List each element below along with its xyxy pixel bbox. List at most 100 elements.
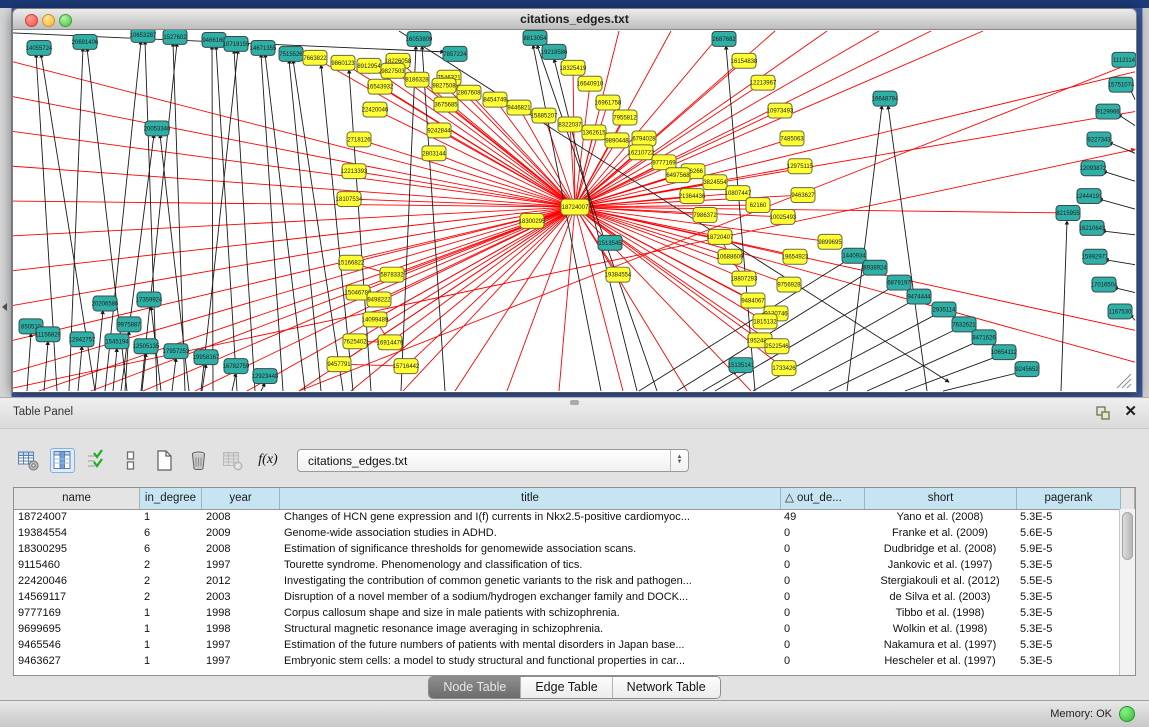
canvas-resize-grip[interactable]	[1117, 374, 1131, 388]
table-cell[interactable]: Yano et al. (2008)	[864, 509, 1016, 525]
table-cell[interactable]: 0	[780, 573, 864, 589]
select-rows-button[interactable]	[84, 448, 109, 473]
table-row[interactable]: 911546021997Tourette syndrome. Phenomeno…	[14, 557, 1120, 573]
table-cell[interactable]: Embryonic stem cells: a model to study s…	[280, 653, 780, 669]
table-cell[interactable]: 9699695	[14, 621, 140, 637]
table-cell[interactable]: 0	[780, 525, 864, 541]
column-header-in-degree[interactable]: in_degree	[140, 488, 202, 509]
table-cell[interactable]: 1998	[202, 621, 280, 637]
row-height-button[interactable]	[118, 448, 143, 473]
table-cell[interactable]: de Silva et al. (2003)	[864, 589, 1016, 605]
table-cell[interactable]: 2008	[202, 509, 280, 525]
table-cell[interactable]: Genome-wide association studies in ADHD.	[280, 525, 780, 541]
table-vertical-scrollbar[interactable]	[1119, 509, 1135, 675]
table-cell[interactable]: Disruption of a novel member of a sodium…	[280, 589, 780, 605]
close-panel-icon[interactable]: ✕	[1124, 403, 1137, 421]
column-header-pagerank[interactable]: pagerank	[1017, 488, 1121, 509]
minimize-window-button[interactable]	[42, 14, 55, 27]
show-columns-button[interactable]	[50, 448, 75, 473]
table-cell[interactable]: Estimation of the future numbers of pati…	[280, 637, 780, 653]
table-select-dropdown[interactable]: citations_edges.txt ▲▼	[297, 449, 689, 472]
table-cell[interactable]: 2	[140, 573, 202, 589]
table-row[interactable]: 1872400712008Changes of HCN gene express…	[14, 509, 1120, 525]
table-cell[interactable]: 0	[780, 557, 864, 573]
table-row[interactable]: 1830029562008Estimation of significance …	[14, 541, 1120, 557]
close-window-button[interactable]	[25, 14, 38, 27]
table-cell[interactable]: 49	[780, 509, 864, 525]
table-cell[interactable]: 1	[140, 509, 202, 525]
table-settings-button[interactable]	[16, 448, 41, 473]
table-cell[interactable]: 9115460	[14, 557, 140, 573]
table-cell[interactable]: Nakamura et al. (1997)	[864, 637, 1016, 653]
table-cell[interactable]: 0	[780, 589, 864, 605]
table-cell[interactable]: 1	[140, 637, 202, 653]
table-cell[interactable]: Dudbridge et al. (2008)	[864, 541, 1016, 557]
table-cell[interactable]: Wolkin et al. (1998)	[864, 621, 1016, 637]
table-cell[interactable]: 1997	[202, 637, 280, 653]
table-cell[interactable]: 9465546	[14, 637, 140, 653]
table-cell[interactable]: 5.3E-5	[1016, 509, 1120, 525]
panel-split-handle[interactable]	[570, 400, 579, 405]
zoom-window-button[interactable]	[59, 14, 72, 27]
table-cell[interactable]: 5.6E-5	[1016, 525, 1120, 541]
table-cell[interactable]: Tibbo et al. (1998)	[864, 605, 1016, 621]
column-header-title[interactable]: title	[280, 488, 781, 509]
column-header-year[interactable]: year	[202, 488, 280, 509]
function-builder-button[interactable]: f(x)	[254, 448, 282, 473]
table-row[interactable]: 969969511998Structural magnetic resonanc…	[14, 621, 1120, 637]
table-row[interactable]: 946554611997Estimation of the future num…	[14, 637, 1120, 653]
table-cell[interactable]: 6	[140, 541, 202, 557]
table-cell[interactable]: 0	[780, 637, 864, 653]
column-header-name[interactable]: name	[14, 488, 140, 509]
table-row[interactable]: 2242004622012Investigating the contribut…	[14, 573, 1120, 589]
create-column-button[interactable]	[152, 448, 177, 473]
table-cell[interactable]: 5.3E-5	[1016, 653, 1120, 669]
table-cell[interactable]: 5.5E-5	[1016, 573, 1120, 589]
table-cell[interactable]: Jankovic et al. (1997)	[864, 557, 1016, 573]
network-graph[interactable]: 1405572420691406106532871527602946616010…	[13, 30, 1136, 392]
table-cell[interactable]: 5.3E-5	[1016, 637, 1120, 653]
table-cell[interactable]: 1	[140, 653, 202, 669]
table-row[interactable]: 977716911998Corpus callosum shape and si…	[14, 605, 1120, 621]
table-cell[interactable]: 9777169	[14, 605, 140, 621]
tab-edge-table[interactable]: Edge Table	[520, 677, 611, 698]
panel-collapse-arrow-icon[interactable]	[2, 303, 7, 311]
table-cell[interactable]: 9463627	[14, 653, 140, 669]
table-cell[interactable]: Hescheler et al. (1997)	[864, 653, 1016, 669]
table-cell[interactable]: 18300295	[14, 541, 140, 557]
column-header-out-de-[interactable]: △ out_de...	[781, 488, 865, 509]
table-cell[interactable]: Estimation of significance thresholds fo…	[280, 541, 780, 557]
memory-status[interactable]: Memory: OK	[1050, 706, 1135, 722]
scrollbar-thumb[interactable]	[1122, 512, 1133, 560]
table-cell[interactable]: 0	[780, 621, 864, 637]
table-cell[interactable]: 5.3E-5	[1016, 557, 1120, 573]
table-cell[interactable]: Investigating the contribution of common…	[280, 573, 780, 589]
table-cell[interactable]: Structural magnetic resonance image aver…	[280, 621, 780, 637]
table-row[interactable]: 946362711997Embryonic stem cells: a mode…	[14, 653, 1120, 669]
column-header-short[interactable]: short	[865, 488, 1017, 509]
table-cell[interactable]: 2012	[202, 573, 280, 589]
table-cell[interactable]: 6	[140, 525, 202, 541]
table-cell[interactable]: 1	[140, 621, 202, 637]
table-cell[interactable]: 1997	[202, 557, 280, 573]
table-cell[interactable]: 18724007	[14, 509, 140, 525]
table-cell[interactable]: 1997	[202, 653, 280, 669]
table-cell[interactable]: 2003	[202, 589, 280, 605]
delete-columns-button[interactable]	[186, 448, 211, 473]
table-cell[interactable]: 5.3E-5	[1016, 605, 1120, 621]
tab-network-table[interactable]: Network Table	[612, 677, 720, 698]
table-cell[interactable]: 5.9E-5	[1016, 541, 1120, 557]
table-cell[interactable]: 19384554	[14, 525, 140, 541]
table-cell[interactable]: 5.3E-5	[1016, 589, 1120, 605]
table-cell[interactable]: Corpus callosum shape and size in male p…	[280, 605, 780, 621]
float-panel-icon[interactable]	[1095, 405, 1111, 421]
table-cell[interactable]: 5.3E-5	[1016, 621, 1120, 637]
table-row[interactable]: 1938455462009Genome-wide association stu…	[14, 525, 1120, 541]
table-cell[interactable]: 14569117	[14, 589, 140, 605]
table-cell[interactable]: 0	[780, 653, 864, 669]
table-cell[interactable]: 2	[140, 589, 202, 605]
table-cell[interactable]: 0	[780, 541, 864, 557]
table-cell[interactable]: 22420046	[14, 573, 140, 589]
table-cell[interactable]: Stergiakouli et al. (2012)	[864, 573, 1016, 589]
tab-node-table[interactable]: Node Table	[429, 677, 520, 698]
